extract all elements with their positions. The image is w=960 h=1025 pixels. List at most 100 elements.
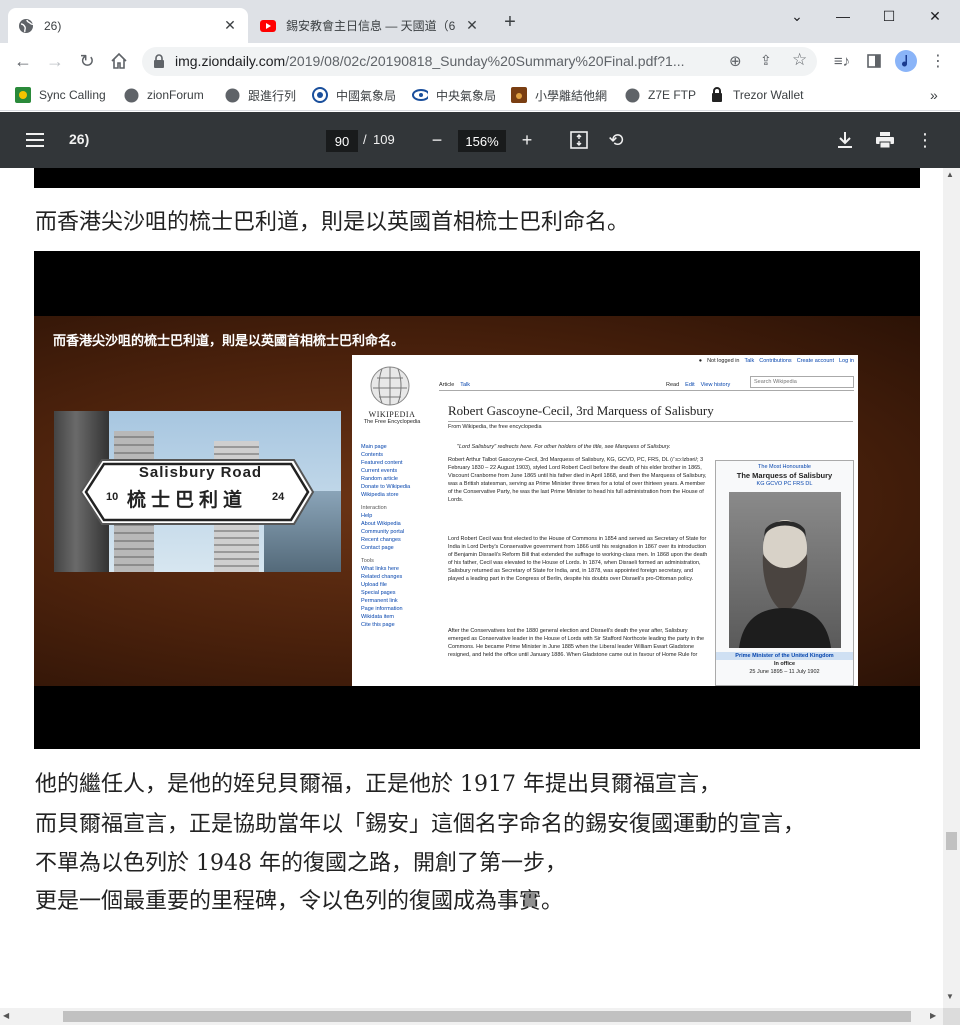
scroll-left-arrow[interactable]: ◀ [3,1011,9,1020]
paragraph-line-3: 不單為以色列於 1948 年的復國之路，開創了第一步， [35,851,567,876]
infobox-office: Prime Minister of the United Kingdom [716,652,853,660]
close-tab-icon[interactable]: ✕ [222,17,238,34]
bookmarks-overflow[interactable]: » [930,85,938,105]
bookmark-label: Trezor Wallet [733,88,804,102]
close-window-icon[interactable]: ✕ [912,0,958,32]
pdf-toolbar: 26) 90 / 109 − 156% + ⟲ ⋮ [0,112,960,168]
salisbury-portrait [728,492,841,648]
bookmark-label: 小學離結他網 [535,88,608,103]
sign-road-name: Salisbury Road [138,464,263,481]
infobox-dates: 25 June 1895 – 11 July 1902 [749,669,820,675]
zoom-out-icon[interactable]: − [425,128,449,152]
infobox-honorific: The Most Honourable [758,464,811,470]
zoom-level-input[interactable]: 156% [458,130,506,152]
bookmark-label: Sync Calling [39,88,106,102]
wiki-nav-link: Main page [361,444,387,450]
scroll-right-arrow[interactable]: ▶ [930,1011,936,1020]
tab-pdf[interactable]: 26) ✕ [8,8,248,43]
print-icon[interactable] [873,128,897,152]
zoom-icon[interactable]: ⊕ [729,52,742,70]
fit-page-icon[interactable] [567,128,591,152]
bookmark-cma[interactable]: 中國氣象局 [312,85,396,105]
slide-background: 而香港尖沙咀的梳士巴利道，則是以英國首相梳士巴利命名。 Salisbury Ro… [34,316,920,686]
lock-icon[interactable] [153,54,165,71]
wiki-paragraph-2: Lord Robert Cecil was first elected to t… [448,536,708,582]
wiki-infobox: The Most Honourable The Marquess of Sali… [715,460,854,686]
weather-seal-icon [312,87,328,103]
wiki-nav-link: Random article [361,476,398,482]
wiki-nav-heading: Tools [361,558,374,564]
rotate-icon[interactable]: ⟲ [604,128,628,152]
bookmark-z7e-ftp[interactable]: Z7E FTP [624,85,696,105]
wiki-nav-link: Cite this page [361,622,395,628]
bookmark-label: 中央氣象局 [436,88,497,103]
infobox-in-office: In office [773,661,796,667]
wiki-from: From Wikipedia, the free encyclopedia [448,424,542,430]
menu-hamburger-icon[interactable] [23,128,47,152]
forward-icon[interactable]: → [41,47,69,75]
wiki-nav-link: Featured content [361,460,403,466]
bookmark-follow-up[interactable]: 跟進行列 [224,85,296,105]
bookmark-sync-calling[interactable]: Sync Calling [15,85,106,105]
paragraph-line-4: 更是一個最重要的里程碑，令以色列的復國成為事實。 [35,889,564,914]
minimize-icon[interactable]: — [820,0,866,32]
wiki-tabs-left: Article Talk [439,381,470,389]
bookmark-zionforum[interactable]: zionForum [123,85,204,105]
wiki-nav-link: What links here [361,566,399,572]
tab-youtube[interactable]: 錫安教會主日信息 — 天國道（6 ✕ [250,8,490,43]
horizontal-scrollbar[interactable]: ◀ ▶ [0,1008,943,1025]
url-text: img.ziondaily.com/2019/08/02c/20190818_S… [175,53,720,69]
vertical-scroll-thumb[interactable] [946,832,957,850]
wiki-link: Talk [744,358,755,364]
side-panel-icon[interactable] [860,47,888,75]
bookmark-star-icon[interactable]: ☆ [792,50,807,70]
download-icon[interactable] [833,128,857,152]
wiki-nav-link: Related changes [361,574,403,580]
back-icon[interactable]: ← [9,47,37,75]
infobox-postnominals: KG GCVO PC FRS DL [756,481,813,487]
scroll-up-arrow[interactable]: ▲ [946,170,954,179]
reload-icon[interactable]: ↻ [73,47,101,75]
bookmark-trezor[interactable]: Trezor Wallet [709,85,803,105]
home-icon[interactable] [105,47,133,75]
media-control-icon[interactable]: ≡♪ [828,47,856,75]
wiki-paragraph-1: Robert Arthur Talbot Gascoyne-Cecil, 3rd… [448,457,707,503]
bookmarks-bar: Sync Calling zionForum 跟進行列 中國氣象局 中央氣象局 … [0,80,960,111]
profile-avatar[interactable] [892,47,920,75]
sign-number-right: 24 [272,491,285,503]
wiki-user-icon: ● [698,358,703,364]
scroll-down-arrow[interactable]: ▼ [946,992,954,1001]
horizontal-scroll-thumb[interactable] [63,1011,911,1022]
wiki-nav-link: Recent changes [361,537,401,543]
trezor-lock-icon [709,87,725,103]
new-tab-button[interactable]: + [496,8,524,36]
wiki-tab: Read [666,382,680,388]
weather-eye-icon [412,87,428,103]
wiki-nav-link: Contents [361,452,384,458]
menu-kebab-icon[interactable]: ⋮ [924,47,952,75]
zoom-in-icon[interactable]: + [515,128,539,152]
bookmark-label: 中國氣象局 [336,88,397,103]
text-line-above-image: 而香港尖沙咀的梳士巴利道，則是以英國首相梳士巴利命名。 [35,210,630,235]
page-number-input[interactable]: 90 [326,130,358,152]
slide-caption: 而香港尖沙咀的梳士巴利道，則是以英國首相梳士巴利命名。 [53,334,405,349]
close-tab-icon[interactable]: ✕ [464,17,480,34]
share-icon[interactable]: ⇪ [760,52,772,69]
bookmark-guitar[interactable]: 小學離結他網 [511,85,607,105]
vertical-scrollbar[interactable]: ▲ ▼ [943,168,960,1008]
sign-number-left: 10 [106,491,119,503]
tab-title: 錫安教會主日信息 — 天國道（6 [286,19,456,33]
tab-search-icon[interactable]: ⌄ [774,0,820,32]
page-separator: / [363,132,367,147]
address-bar[interactable]: img.ziondaily.com/2019/08/02c/20190818_S… [142,47,817,76]
wiki-tab: Article [439,382,455,388]
pdf-more-icon[interactable]: ⋮ [913,128,937,152]
sign-chinese-name: 梳士巴利道 [127,489,248,511]
wiki-tab: Talk [460,382,471,388]
pdf-viewer[interactable]: 而香港尖沙咀的梳士巴利道，則是以英國首相梳士巴利命名。 而香港尖沙咀的梳士巴利道… [0,168,943,1008]
previous-image-bottom [34,168,920,188]
wiki-tab: Edit [685,382,695,388]
bookmark-cwb[interactable]: 中央氣象局 [412,85,496,105]
wiki-tab: View history [700,382,731,388]
maximize-icon[interactable]: ☐ [866,0,912,32]
